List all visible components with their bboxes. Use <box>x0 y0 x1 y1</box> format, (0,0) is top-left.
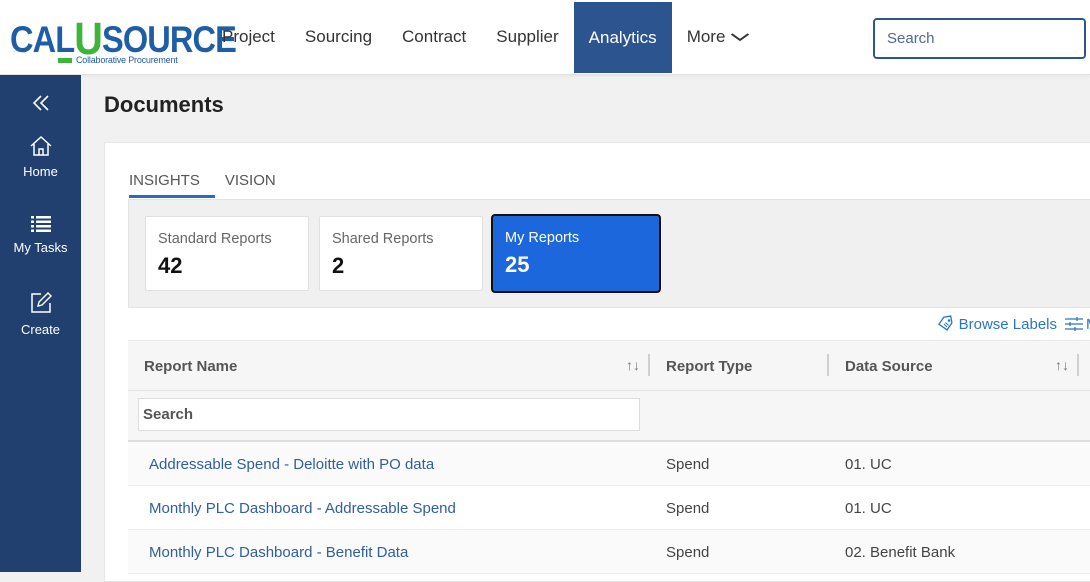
sidebar-item-home[interactable]: Home <box>0 135 81 179</box>
nav-analytics[interactable]: Analytics <box>573 2 672 73</box>
sidebar-item-label: Home <box>23 164 58 179</box>
nav-more-label: More <box>686 26 726 46</box>
main-nav: Project Sourcing Contract Supplier Analy… <box>207 0 763 73</box>
logo-tagline: Collaborative Procurement <box>76 55 178 65</box>
tile-label: Shared Reports <box>332 231 434 247</box>
documents-card: INSIGHTS VISION Standard Reports 42 Shar… <box>104 142 1090 582</box>
sliders-icon <box>1065 317 1083 331</box>
tile-label: My Reports <box>505 230 580 246</box>
page-title: Documents <box>104 92 224 117</box>
tile-shared-reports[interactable]: Shared Reports 2 <box>319 216 483 291</box>
sort-icon[interactable]: ↑↓ <box>626 357 640 373</box>
logo-green-bar <box>58 58 72 63</box>
report-name-link[interactable]: Monthly PLC Dashboard - Addressable Spen… <box>149 486 456 530</box>
column-header-data-source[interactable]: Data Source <box>845 341 933 391</box>
report-name-filter-input[interactable] <box>138 398 640 431</box>
nav-sourcing-label: Sourcing <box>304 26 373 46</box>
report-tabs: INSIGHTS VISION <box>129 172 286 198</box>
top-navigation-bar: CALUSOURCE Collaborative Procurement Pro… <box>0 0 1090 75</box>
global-search <box>873 18 1086 59</box>
list-icon <box>30 216 51 232</box>
home-icon <box>29 135 52 156</box>
manage-label: M <box>1086 316 1090 333</box>
calusource-logo[interactable]: CALUSOURCE Collaborative Procurement <box>10 12 237 68</box>
manage-columns-button[interactable]: M <box>1065 316 1090 333</box>
data-source-cell: 01. UC <box>845 455 892 473</box>
table-filter-row <box>128 391 1090 442</box>
sidebar-item-my-tasks[interactable]: My Tasks <box>0 215 81 255</box>
browse-labels-button[interactable]: Browse Labels <box>936 314 1057 334</box>
nav-supplier[interactable]: Supplier <box>481 0 573 73</box>
sidebar: Home My Tasks Create <box>0 75 81 572</box>
report-category-tiles: Standard Reports 42 Shared Reports 2 My … <box>128 199 1090 308</box>
column-divider[interactable] <box>1077 354 1079 376</box>
table-header: Report Name ↑↓ Report Type Data Source ↑… <box>128 340 1090 391</box>
sort-icon[interactable]: ↑↓ <box>1055 357 1069 373</box>
nav-analytics-label: Analytics <box>588 27 657 47</box>
column-header-report-name[interactable]: Report Name <box>144 341 237 391</box>
search-input[interactable] <box>875 20 1084 57</box>
chevron-down-icon <box>731 32 750 41</box>
column-divider[interactable] <box>827 354 829 376</box>
data-source-cell: 02. Benefit Bank <box>845 543 956 561</box>
table-toolbar: Browse Labels M <box>936 314 1090 334</box>
report-type-cell: Spend <box>666 455 710 473</box>
tab-insights[interactable]: INSIGHTS <box>129 172 215 198</box>
collapse-sidebar-button[interactable] <box>0 91 81 119</box>
nav-supplier-label: Supplier <box>496 26 559 46</box>
tile-count: 42 <box>158 253 183 278</box>
column-header-report-type[interactable]: Report Type <box>666 341 752 391</box>
double-chevron-left-icon <box>32 95 49 111</box>
report-name-link[interactable]: Monthly PLC Dashboard - Benefit Data <box>149 530 408 574</box>
nav-project-label: Project <box>222 26 275 46</box>
nav-project[interactable]: Project <box>207 0 290 73</box>
tile-label: Standard Reports <box>158 231 272 247</box>
report-type-cell: Spend <box>666 499 710 517</box>
sidebar-item-label: Create <box>20 322 61 337</box>
browse-labels-label: Browse Labels <box>958 315 1057 333</box>
column-divider[interactable] <box>648 354 650 376</box>
tile-my-reports[interactable]: My Reports 25 <box>491 214 661 293</box>
table-row[interactable]: Monthly PLC Dashboard - Addressable Spen… <box>128 486 1090 530</box>
sidebar-item-label: My Tasks <box>13 240 68 255</box>
edit-icon <box>30 292 52 313</box>
nav-contract-label: Contract <box>402 26 467 46</box>
tag-icon <box>937 315 953 331</box>
nav-more[interactable]: More <box>672 0 764 73</box>
report-type-cell: Spend <box>666 543 710 561</box>
sidebar-item-create[interactable]: Create <box>0 291 81 337</box>
data-source-cell: 01. UC <box>845 499 892 517</box>
nav-contract[interactable]: Contract <box>387 0 481 73</box>
nav-sourcing[interactable]: Sourcing <box>290 0 387 73</box>
tile-standard-reports[interactable]: Standard Reports 42 <box>145 216 309 291</box>
table-row[interactable]: Monthly PLC Dashboard - Benefit Data Spe… <box>128 530 1090 574</box>
tab-vision[interactable]: VISION <box>225 172 276 198</box>
reports-table: Report Name ↑↓ Report Type Data Source ↑… <box>128 340 1090 574</box>
report-name-link[interactable]: Addressable Spend - Deloitte with PO dat… <box>149 442 434 486</box>
table-row[interactable]: Addressable Spend - Deloitte with PO dat… <box>128 442 1090 486</box>
main-content: Documents INSIGHTS VISION Standard Repor… <box>81 75 1090 582</box>
tile-count: 2 <box>332 253 345 278</box>
tile-count: 25 <box>505 252 530 277</box>
